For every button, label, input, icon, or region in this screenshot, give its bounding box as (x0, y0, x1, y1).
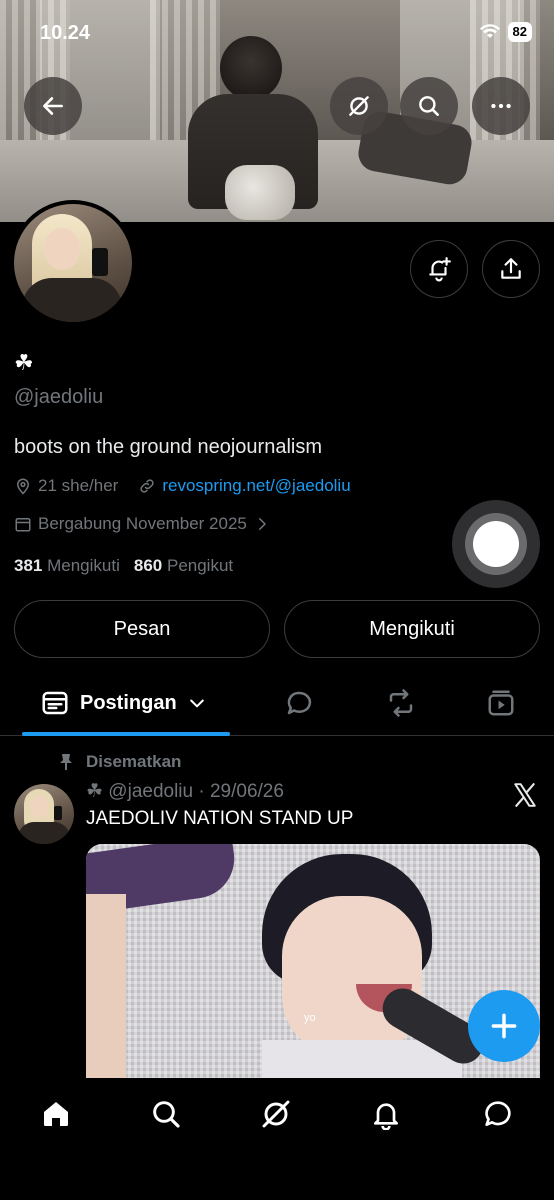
media-caption: yo (304, 1012, 316, 1024)
status-icons: 82 (479, 22, 532, 42)
grok-icon (262, 1100, 290, 1128)
nav-home[interactable] (36, 1094, 76, 1134)
grok-icon (349, 96, 369, 116)
following-stat[interactable]: 381 Mengikuti (14, 556, 120, 576)
profile-joined-date: Bergabung November 2025 (38, 514, 247, 533)
following-button[interactable]: Mengikuti (284, 600, 540, 658)
x-logo-icon (514, 783, 536, 807)
status-time: 10.24 (40, 22, 91, 44)
replies-icon (287, 691, 312, 715)
following-count: 381 (14, 556, 43, 575)
follow-stats: 381 Mengikuti 860 Pengikut (14, 556, 233, 576)
grok-button[interactable] (330, 77, 388, 135)
profile-location: 21 she/her (38, 476, 119, 495)
notify-button[interactable] (410, 240, 468, 298)
nav-notifications[interactable] (366, 1094, 406, 1134)
assistive-touch-button[interactable] (452, 500, 540, 588)
tab-replies[interactable] (284, 682, 314, 724)
post-author-avatar[interactable] (14, 784, 74, 844)
bottom-navigation (0, 1078, 554, 1200)
posts-icon (42, 691, 68, 715)
followers-stat[interactable]: 860 Pengikut (134, 556, 233, 576)
post-media-image[interactable]: yo (86, 844, 540, 1080)
profile-joined-row[interactable]: Bergabung November 2025 (14, 514, 271, 534)
profile-handle: @jaedoliu (14, 386, 104, 408)
nav-grok[interactable] (256, 1094, 296, 1134)
tab-posts-label: Postingan (80, 691, 177, 714)
display-name: ☘ (14, 350, 34, 375)
profile-avatar[interactable] (10, 200, 136, 326)
profile-meta-row: 21 she/her revospring.net/@jaedoliu (14, 476, 351, 496)
back-arrow-icon (43, 97, 63, 115)
post-header[interactable]: ☘ @jaedoliu · 29/06/26 (86, 780, 284, 803)
search-icon (419, 96, 439, 116)
plus-icon (491, 1013, 517, 1039)
following-label: Mengikuti (47, 556, 120, 575)
location-icon (16, 478, 30, 495)
more-button[interactable] (472, 77, 530, 135)
banner-pillow-light (225, 165, 295, 220)
tab-active-indicator (22, 732, 230, 736)
home-icon (44, 1102, 68, 1126)
reposts-icon (389, 689, 413, 717)
compose-post-button[interactable] (468, 990, 540, 1062)
chevron-right-icon (258, 518, 266, 530)
link-icon (140, 479, 154, 493)
tab-media[interactable] (486, 682, 516, 724)
notification-bell-plus-icon (429, 257, 451, 282)
pinned-label: Disematkan (86, 752, 182, 771)
calendar-icon (15, 518, 31, 532)
nav-search[interactable] (146, 1094, 186, 1134)
share-icon (501, 258, 521, 279)
tab-reposts[interactable] (386, 682, 416, 724)
search-button[interactable] (400, 77, 458, 135)
more-icon (491, 103, 511, 109)
messages-icon (485, 1101, 511, 1126)
pinned-indicator: Disematkan (58, 752, 181, 772)
notifications-icon (374, 1103, 398, 1130)
back-button[interactable] (24, 77, 82, 135)
post-text: JAEDOLIV NATION STAND UP (86, 808, 354, 829)
followers-count: 860 (133, 556, 163, 575)
tab-posts[interactable]: Postingan (40, 682, 207, 724)
nav-messages[interactable] (478, 1094, 518, 1134)
media-icon (488, 690, 514, 716)
battery-indicator: 82 (507, 22, 532, 42)
wifi-icon (479, 24, 500, 38)
share-button[interactable] (482, 240, 540, 298)
followers-label: Pengikut (166, 556, 234, 575)
message-button[interactable]: Pesan (14, 600, 270, 658)
profile-tabs: Postingan (0, 672, 554, 736)
profile-bio: boots on the ground neojournalism (14, 436, 322, 458)
chevron-down-icon (189, 699, 204, 708)
pin-icon (60, 754, 72, 770)
search-icon (153, 1101, 180, 1128)
profile-website-link[interactable]: revospring.net/@jaedoliu (162, 476, 350, 496)
